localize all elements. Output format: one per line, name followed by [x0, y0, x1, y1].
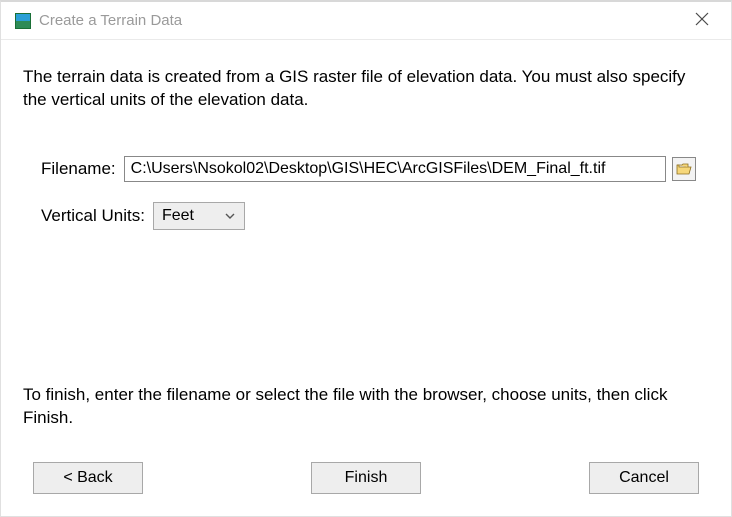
close-icon[interactable] — [687, 10, 717, 31]
instruction-text: The terrain data is created from a GIS r… — [23, 66, 709, 112]
filename-row: Filename: — [23, 156, 709, 182]
units-label: Vertical Units: — [41, 206, 145, 226]
finish-button[interactable]: Finish — [311, 462, 421, 494]
dialog-window: Create a Terrain Data The terrain data i… — [0, 0, 732, 517]
units-select[interactable]: Feet — [153, 202, 245, 230]
titlebar: Create a Terrain Data — [1, 2, 731, 40]
filename-input[interactable] — [124, 156, 666, 182]
hint-text: To finish, enter the filename or select … — [23, 384, 709, 430]
browse-button[interactable] — [672, 157, 696, 181]
folder-open-icon — [676, 162, 692, 176]
app-icon — [15, 13, 31, 29]
back-button[interactable]: < Back — [33, 462, 143, 494]
filename-label: Filename: — [41, 159, 116, 179]
cancel-button[interactable]: Cancel — [589, 462, 699, 494]
units-row: Vertical Units: Feet — [23, 202, 709, 230]
window-title: Create a Terrain Data — [39, 12, 687, 29]
button-row: < Back Finish Cancel — [23, 462, 709, 500]
dialog-content: The terrain data is created from a GIS r… — [1, 40, 731, 516]
